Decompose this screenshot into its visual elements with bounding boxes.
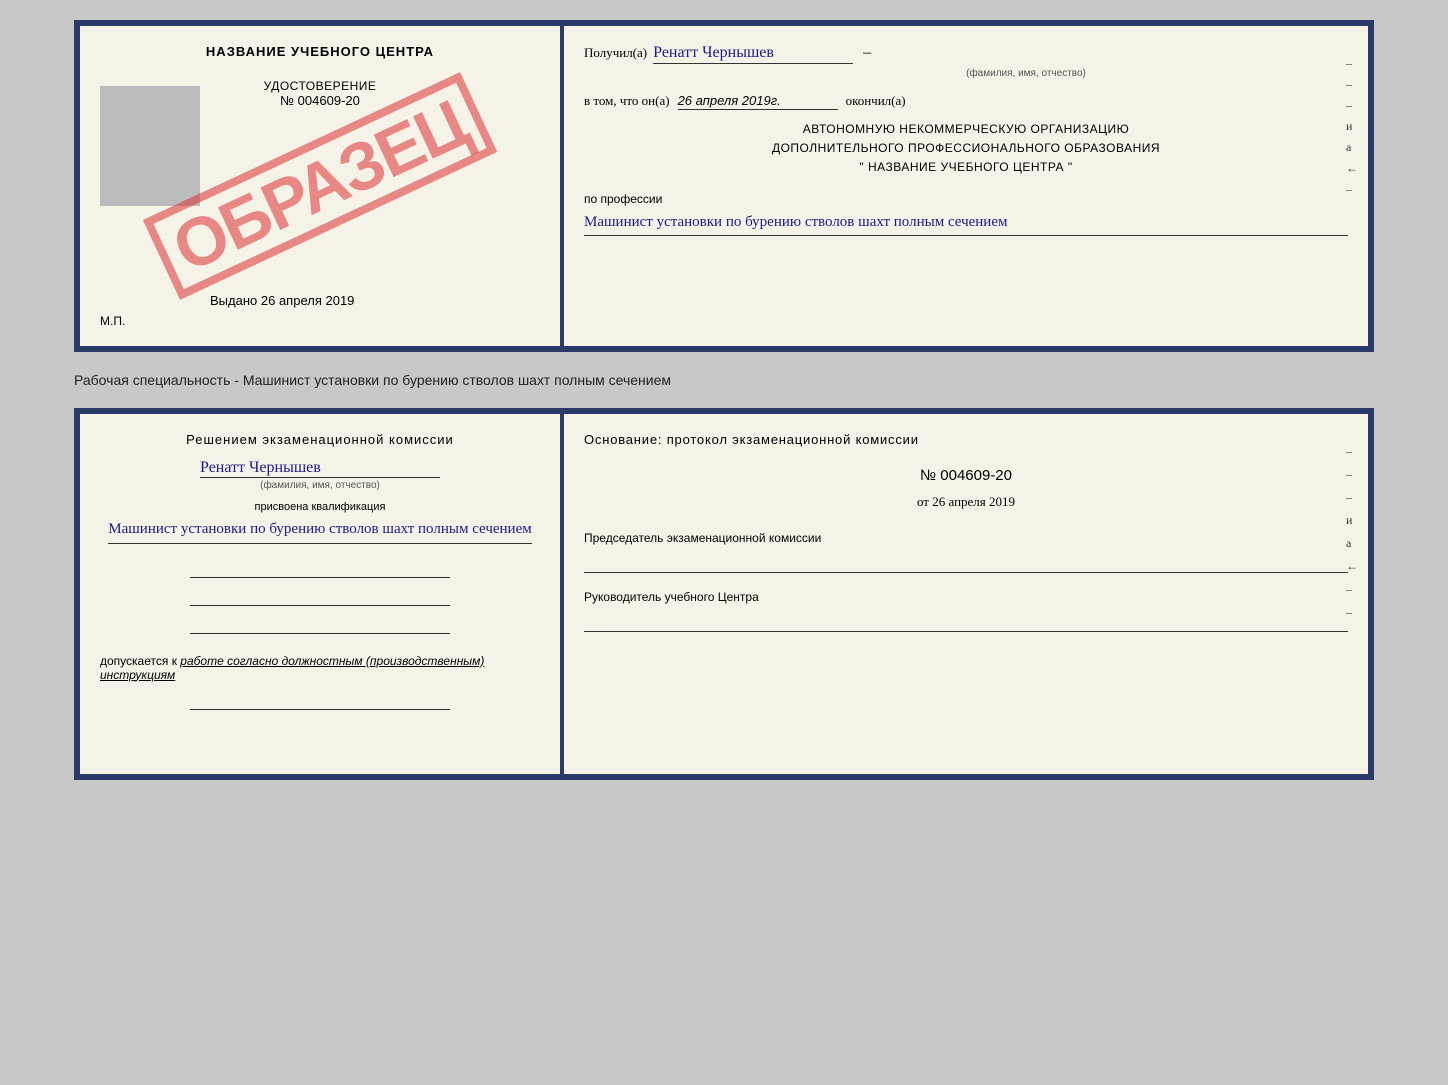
- bottom-left-panel: Решением экзаменационной комиссии Ренатт…: [80, 414, 560, 774]
- top-left-title: НАЗВАНИЕ УЧЕБНОГО ЦЕНТРА: [206, 44, 434, 59]
- person-name-bottom-wrap: Ренатт Чернышев: [200, 459, 440, 480]
- vtom-date: 26 апреля 2019г.: [678, 93, 838, 110]
- osnovanie-title: Основание: протокол экзаменационной коми…: [584, 432, 1348, 447]
- signature-lines: [190, 558, 450, 642]
- bottom-right-panel: Основание: протокол экзаменационной коми…: [564, 414, 1368, 774]
- sig-line-3: [190, 614, 450, 634]
- poluchil-row: Получил(а) Ренатт Чернышев –: [584, 44, 1348, 64]
- bottom-document: Решением экзаменационной комиссии Ренатт…: [74, 408, 1374, 780]
- sig-line-2: [190, 586, 450, 606]
- dopusk-prefix: допускается к: [100, 654, 177, 668]
- udostoverenie-block: УДОСТОВЕРЕНИЕ № 004609-20: [264, 79, 377, 108]
- top-document: НАЗВАНИЕ УЧЕБНОГО ЦЕНТРА УДОСТОВЕРЕНИЕ №…: [74, 20, 1374, 352]
- fio-hint-bottom: (фамилия, имя, отчество): [260, 480, 380, 491]
- kvalifia-wrap: Машинист установки по бурению стволов ша…: [108, 517, 531, 544]
- photo-placeholder: [100, 86, 200, 206]
- dopuskaetsya-row: допускается к работе согласно должностны…: [100, 654, 540, 682]
- right-dashes-top: – – – и а ← –: [1346, 56, 1358, 197]
- dash-separator: –: [859, 44, 871, 62]
- prisvoena-label: присвоена квалификация: [255, 501, 386, 513]
- org-line2: ДОПОЛНИТЕЛЬНОГО ПРОФЕССИОНАЛЬНОГО ОБРАЗО…: [584, 139, 1348, 158]
- predsedatel-label: Председатель экзаменационной комиссии: [584, 530, 1348, 547]
- certificate-number: № 004609-20: [264, 93, 377, 108]
- kvalifia-name: Машинист установки по бурению стволов ша…: [108, 517, 531, 544]
- person-name-bottom: Ренатт Чернышев: [200, 459, 440, 478]
- top-right-panel: Получил(а) Ренатт Чернышев – (фамилия, и…: [564, 26, 1368, 346]
- sig-line-1: [190, 558, 450, 578]
- po-professii-label: по профессии: [584, 192, 1348, 206]
- recipient-name: Ренатт Чернышев: [653, 44, 853, 64]
- org-block: АВТОНОМНУЮ НЕКОММЕРЧЕСКУЮ ОРГАНИЗАЦИЮ ДО…: [584, 120, 1348, 178]
- vibrano-date: 26 апреля 2019: [261, 293, 355, 308]
- specialty-label: Рабочая специальность - Машинист установ…: [74, 368, 1374, 392]
- rukovoditell-sig-line: [584, 612, 1348, 632]
- profession-top: Машинист установки по бурению стволов ша…: [584, 210, 1348, 237]
- vibrano-row: Выдано 26 апреля 2019: [100, 293, 354, 308]
- resheniyem-title: Решением экзаменационной комиссии: [186, 432, 454, 447]
- vtom-label: в том, что он(а): [584, 93, 670, 109]
- vibrano-label: Выдано: [210, 293, 257, 308]
- org-line1: АВТОНОМНУЮ НЕКОММЕРЧЕСКУЮ ОРГАНИЗАЦИЮ: [584, 120, 1348, 139]
- ot-label: от: [917, 494, 929, 509]
- predsedatel-sig-line: [584, 553, 1348, 573]
- top-left-panel: НАЗВАНИЕ УЧЕБНОГО ЦЕНТРА УДОСТОВЕРЕНИЕ №…: [80, 26, 560, 346]
- rukovoditell-label: Руководитель учебного Центра: [584, 589, 1348, 606]
- ot-date: 26 апреля 2019: [932, 494, 1015, 509]
- okonchil-label: окончил(а): [846, 93, 906, 109]
- org-line3: " НАЗВАНИЕ УЧЕБНОГО ЦЕНТРА ": [584, 158, 1348, 177]
- profession-name-top: Машинист установки по бурению стволов ша…: [584, 210, 1348, 237]
- mp-label: М.П.: [100, 314, 125, 328]
- ot-date-row: от 26 апреля 2019: [584, 494, 1348, 510]
- right-dashes-bottom: – – – и а ← – –: [1346, 444, 1358, 620]
- poluchil-label: Получил(а): [584, 45, 647, 61]
- fio-hint-top: (фамилия, имя, отчество): [704, 68, 1348, 79]
- protocol-number-bottom: № 004609-20: [584, 467, 1348, 484]
- udostoverenie-label: УДОСТОВЕРЕНИЕ: [264, 79, 377, 93]
- vtom-row: в том, что он(а) 26 апреля 2019г. окончи…: [584, 93, 1348, 110]
- sig-line-bottom: [190, 690, 450, 710]
